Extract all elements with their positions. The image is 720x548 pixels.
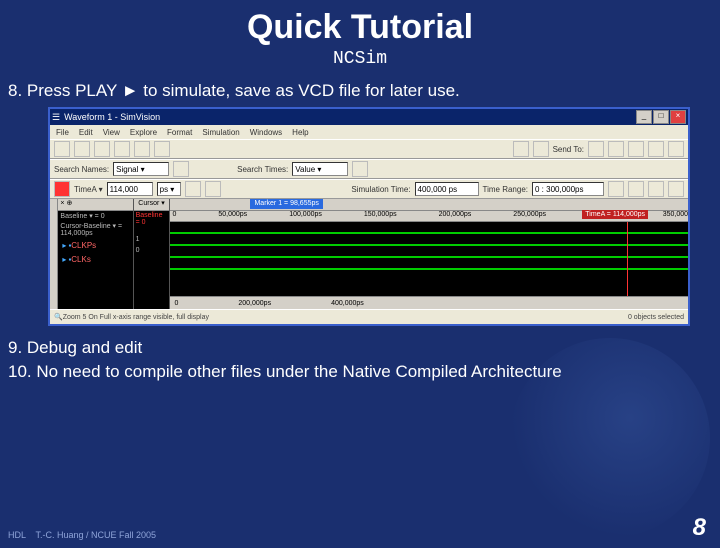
sig-x-header: × ⊕ xyxy=(58,199,132,211)
expand-icon[interactable]: ▸ xyxy=(62,241,66,250)
timea-field[interactable]: 114,000 xyxy=(107,182,153,196)
sendto-2-icon[interactable] xyxy=(608,141,624,157)
slide-title: Quick Tutorial xyxy=(0,8,720,47)
status-right: 0 objects selected xyxy=(628,314,684,321)
step-9: 9. Debug and edit xyxy=(8,338,720,358)
redo-icon[interactable] xyxy=(154,141,170,157)
status-left: Zoom 5 On Full x-axis range visible, ful… xyxy=(63,314,209,321)
tick: 350,000 xyxy=(663,211,688,221)
new-icon[interactable] xyxy=(54,141,70,157)
window-title: Waveform 1 - SimVision xyxy=(64,112,160,122)
cursor-val-0: 1 xyxy=(134,234,170,245)
goto-next-icon[interactable] xyxy=(205,181,221,197)
search-names-label: Search Names: xyxy=(54,165,109,174)
open-icon[interactable] xyxy=(74,141,90,157)
toolbar-sim: TimeA ▾ 114,000 ps ▾ Simulation Time: 40… xyxy=(50,179,688,199)
page-number: 8 xyxy=(693,514,706,542)
cursor-val-1: 0 xyxy=(134,245,170,256)
app-icon: ☰ xyxy=(52,112,60,123)
slide-subtitle: NCSim xyxy=(0,49,720,69)
play-button[interactable] xyxy=(54,181,70,197)
window-titlebar: ☰ Waveform 1 - SimVision _ □ × xyxy=(50,109,688,125)
signal-panel: × ⊕ Baseline ▾ = 0 Cursor-Baseline ▾ = 1… xyxy=(58,199,133,309)
menu-view[interactable]: View xyxy=(103,128,120,137)
timea-label: TimeA ▾ xyxy=(74,185,103,194)
signal-row[interactable]: ▸ ▪ CLKs xyxy=(58,252,132,266)
signal-name: CLKPs xyxy=(71,241,96,250)
globe-icon[interactable] xyxy=(533,141,549,157)
waveform-area: × ⊕ Baseline ▾ = 0 Cursor-Baseline ▾ = 1… xyxy=(50,199,688,309)
status-bar: 🔍 Zoom 5 On Full x-axis range visible, f… xyxy=(50,309,688,324)
sendto-5-icon[interactable] xyxy=(668,141,684,157)
marker1-tag[interactable]: Marker 1 = 98,655ps xyxy=(250,199,322,209)
sendto-1-icon[interactable] xyxy=(588,141,604,157)
tick: 150,000ps xyxy=(364,211,397,221)
menu-explore[interactable]: Explore xyxy=(130,128,157,137)
zoom-status-icon: 🔍 xyxy=(54,313,63,321)
toolbar-search: Search Names: Signal ▾ Search Times: Val… xyxy=(50,159,688,179)
tick: 100,000ps xyxy=(289,211,322,221)
menu-windows[interactable]: Windows xyxy=(250,128,282,137)
step-10: 10. No need to compile other files under… xyxy=(8,362,720,382)
left-gutter xyxy=(50,199,58,309)
bottick: 0 xyxy=(174,300,178,307)
tick: 200,000ps xyxy=(439,211,472,221)
cursor-line[interactable] xyxy=(627,222,628,296)
bottick: 200,000ps xyxy=(238,300,271,307)
tick: 0 xyxy=(172,211,176,221)
sendto-3-icon[interactable] xyxy=(628,141,644,157)
cursor-baseline-label: Cursor-Baseline ▾ = 114,000ps xyxy=(58,221,132,238)
sim-time-field: 400,000 ps xyxy=(415,182,479,196)
bottom-axis: 0 200,000ps 400,000ps xyxy=(170,296,688,309)
search-time-icon[interactable] xyxy=(352,161,368,177)
footer: HDL T.-C. Huang / NCUE Fall 2005 xyxy=(8,530,156,540)
expand-icon[interactable]: ▸ xyxy=(62,255,66,264)
footer-credit: T.-C. Huang / NCUE Fall 2005 xyxy=(36,530,157,540)
search-names-field[interactable]: Signal ▾ xyxy=(113,162,169,176)
signal-row[interactable]: ▸ ▪ CLKPs xyxy=(58,238,132,252)
step-8: 8. Press PLAY ► to simulate, save as VCD… xyxy=(8,81,720,101)
zoom-full-icon[interactable] xyxy=(648,181,664,197)
send-to-label: Send To: xyxy=(553,145,584,154)
unit-field[interactable]: ps ▾ xyxy=(157,182,181,196)
tool-icon[interactable] xyxy=(513,141,529,157)
zoom-fit-icon[interactable] xyxy=(668,181,684,197)
bottick: 400,000ps xyxy=(331,300,364,307)
minimize-button[interactable]: _ xyxy=(636,110,652,124)
baseline-label: Baseline ▾ = 0 xyxy=(58,211,132,221)
baseline-red: Baseline = 0 xyxy=(134,211,170,227)
time-range-field[interactable]: 0 : 300,000ps xyxy=(532,182,604,196)
cut-icon[interactable] xyxy=(114,141,130,157)
cursor-header[interactable]: Cursor ▾ xyxy=(134,199,170,211)
save-icon[interactable] xyxy=(94,141,110,157)
menu-help[interactable]: Help xyxy=(292,128,308,137)
maximize-button[interactable]: □ xyxy=(653,110,669,124)
close-button[interactable]: × xyxy=(670,110,686,124)
footer-hdl: HDL xyxy=(8,530,26,540)
sim-time-label: Simulation Time: xyxy=(351,185,410,194)
sendto-4-icon[interactable] xyxy=(648,141,664,157)
tick: 50,000ps xyxy=(218,211,247,221)
signal-name: CLKs xyxy=(71,255,91,264)
menu-file[interactable]: File xyxy=(56,128,69,137)
menu-simulation[interactable]: Simulation xyxy=(202,128,239,137)
menu-bar: File Edit View Explore Format Simulation… xyxy=(50,125,688,139)
time-range-label: Time Range: xyxy=(483,185,529,194)
tick: 250,000ps xyxy=(513,211,546,221)
goto-prev-icon[interactable] xyxy=(185,181,201,197)
zoom-in-icon[interactable] xyxy=(608,181,624,197)
wave-canvas[interactable]: Marker 1 = 98,655ps TimeA = 114,000ps 0 … xyxy=(170,199,688,309)
menu-format[interactable]: Format xyxy=(167,128,192,137)
cursor-column: Cursor ▾ Baseline = 0 1 0 xyxy=(134,199,171,309)
search-times-label: Search Times: xyxy=(237,165,288,174)
undo-icon[interactable] xyxy=(134,141,150,157)
toolbar-main: Send To: xyxy=(50,139,688,159)
timea-tag[interactable]: TimeA = 114,000ps xyxy=(582,210,648,219)
search-times-field[interactable]: Value ▾ xyxy=(292,162,348,176)
zoom-out-icon[interactable] xyxy=(628,181,644,197)
menu-edit[interactable]: Edit xyxy=(79,128,93,137)
search-icon[interactable] xyxy=(173,161,189,177)
simvision-window: ☰ Waveform 1 - SimVision _ □ × File Edit… xyxy=(48,107,690,326)
